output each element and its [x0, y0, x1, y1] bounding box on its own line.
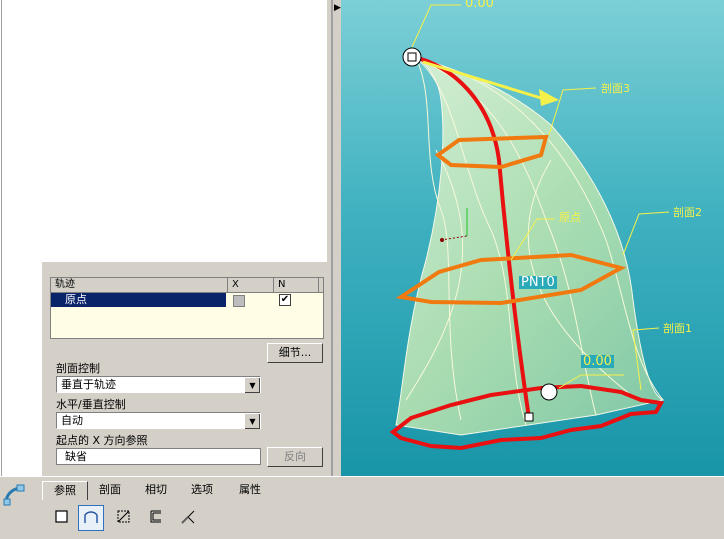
table-header: 轨迹 X N	[51, 278, 323, 293]
thicken-icon[interactable]	[144, 505, 170, 531]
hv-control-select[interactable]: 自动 ▼	[56, 412, 261, 429]
leader-top	[411, 4, 461, 48]
hv-control-value: 自动	[61, 414, 83, 427]
tab-sections[interactable]: 剖面	[88, 481, 132, 499]
expand-arrow-icon[interactable]: ▶	[334, 4, 341, 13]
sweep-surface	[395, 57, 665, 436]
trajectory-name[interactable]: 原点	[51, 293, 226, 307]
leader-s2	[622, 211, 670, 256]
end-point-marker	[524, 412, 534, 422]
section-control-value: 垂直于轨迹	[61, 378, 116, 391]
tab-references[interactable]: 参照	[42, 481, 88, 500]
trajectory-table[interactable]: 轨迹 X N 原点 ✔	[50, 277, 324, 339]
origin-label: 原点	[559, 211, 581, 224]
arrow-head	[539, 89, 559, 106]
tree-border	[1, 0, 2, 476]
tab-properties[interactable]: 属性	[228, 481, 272, 499]
dim-handle	[540, 383, 558, 401]
leader-s3	[548, 87, 597, 136]
cut-icon[interactable]	[112, 505, 138, 531]
section-control-label: 剖面控制	[56, 362, 100, 375]
graphics-viewport[interactable]: 0.00 剖面3 剖面2 原点 剖面1 PNT0 0.00	[341, 0, 724, 476]
chevron-down-icon[interactable]: ▼	[244, 377, 260, 393]
flip-button[interactable]: 反向	[267, 447, 323, 467]
section2-label: 剖面2	[673, 206, 702, 219]
dim-label-top[interactable]: 0.00	[465, 0, 494, 10]
panel-splitter[interactable]: ▶	[326, 0, 341, 476]
surface-icon[interactable]	[78, 505, 104, 531]
pnt0-label: PNT0	[519, 275, 557, 290]
section-control-select[interactable]: 垂直于轨迹 ▼	[56, 376, 261, 393]
references-panel: 轨迹 X N 原点 ✔ 细节... 剖面控制 垂直于轨迹 ▼ 水平/垂直控制 自…	[41, 261, 327, 477]
tab-options[interactable]: 选项	[180, 481, 224, 499]
dashboard: 参照 剖面 相切 选项 属性	[0, 476, 724, 539]
solid-icon[interactable]	[50, 505, 76, 531]
transform-icon[interactable]	[176, 505, 202, 531]
col-n: N	[274, 278, 319, 292]
x-checkbox[interactable]	[233, 295, 245, 307]
sweep-feature-icon	[3, 484, 25, 506]
tab-tangency[interactable]: 相切	[134, 481, 178, 499]
details-button[interactable]: 细节...	[267, 343, 323, 363]
start-x-ref-field[interactable]: 缺省	[56, 448, 261, 465]
start-x-ref-label: 起点的 X 方向参照	[56, 434, 148, 447]
hv-control-label: 水平/垂直控制	[56, 398, 126, 411]
dim-label-lower[interactable]: 0.00	[581, 355, 614, 368]
chevron-down-icon[interactable]: ▼	[244, 413, 260, 429]
table-row[interactable]: 原点 ✔	[51, 293, 323, 307]
sweep-model	[389, 4, 670, 451]
section1-label: 剖面1	[663, 322, 692, 335]
section3-label: 剖面3	[601, 82, 630, 95]
col-trajectory: 轨迹	[51, 278, 228, 292]
splitter-grip	[331, 0, 333, 476]
col-x: X	[228, 278, 274, 292]
n-checkbox[interactable]: ✔	[279, 294, 291, 306]
